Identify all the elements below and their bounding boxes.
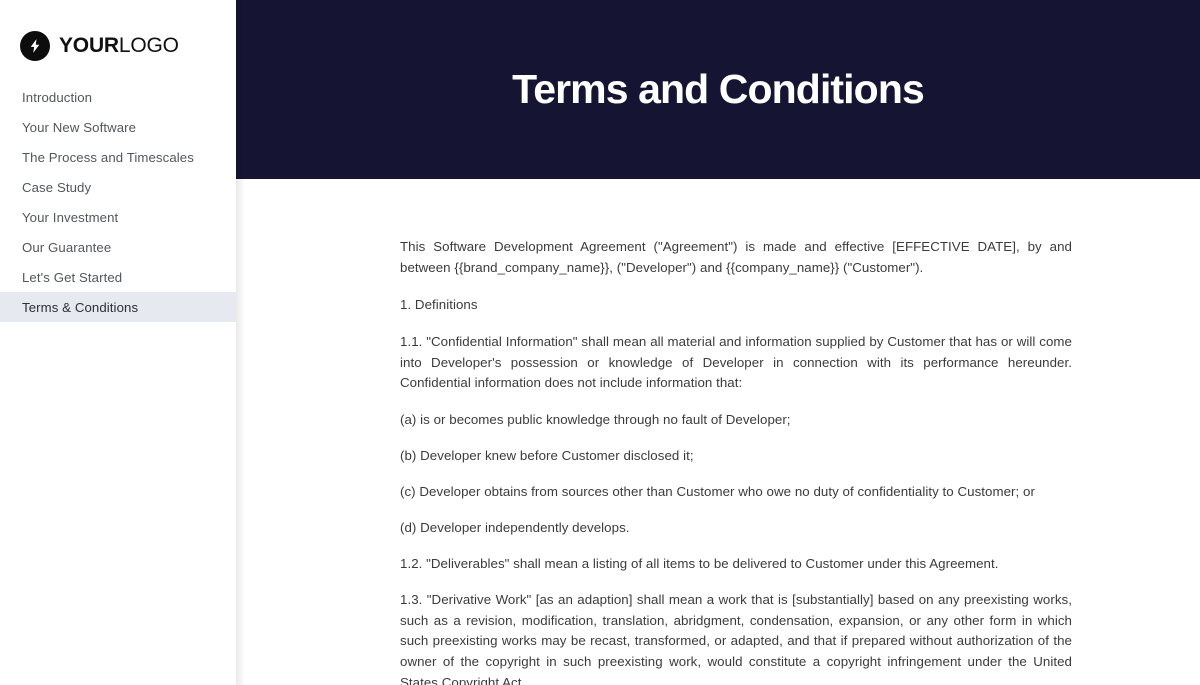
paragraph-1-1-c: (c) Developer obtains from sources other… bbox=[400, 484, 1035, 499]
paragraph-1-3: 1.3. "Derivative Work" [as an adaption] … bbox=[400, 591, 1072, 685]
sidebar-item-your-new-software[interactable]: Your New Software bbox=[0, 112, 236, 142]
main-content: Terms and Conditions This Software Devel… bbox=[236, 0, 1200, 685]
proposal-page: YOURLOGO Introduction Your New Software … bbox=[0, 0, 1200, 685]
sidebar-item-the-process-and-timescales[interactable]: The Process and Timescales bbox=[0, 142, 236, 172]
brand-text-strong: YOUR bbox=[59, 34, 119, 57]
brand-logo[interactable]: YOURLOGO bbox=[0, 0, 236, 66]
paragraph-1-1-a: (a) is or becomes public knowledge throu… bbox=[400, 412, 791, 428]
sidebar: YOURLOGO Introduction Your New Software … bbox=[0, 0, 245, 685]
brand-wordmark: YOURLOGO bbox=[59, 35, 179, 56]
paragraph-preamble: This Software Development Agreement ("Ag… bbox=[400, 239, 1072, 275]
sidebar-item-lets-get-started[interactable]: Let's Get Started bbox=[0, 262, 236, 292]
brand-text-light: LOGO bbox=[118, 34, 179, 57]
sidebar-item-label: Let's Get Started bbox=[22, 269, 123, 285]
sidebar-item-terms-and-conditions[interactable]: Terms & Conditions bbox=[0, 292, 236, 322]
document-body: This Software Development Agreement ("Ag… bbox=[236, 179, 1200, 685]
sidebar-item-label: Terms & Conditions bbox=[22, 299, 139, 315]
sidebar-item-label: Your New Software bbox=[22, 119, 137, 135]
sidebar-item-label: The Process and Timescales bbox=[22, 149, 194, 165]
paragraph-1-1: 1.1. "Confidential Information" shall me… bbox=[400, 333, 1072, 391]
paragraph-1-2: 1.2. "Deliverables" shall mean a listing… bbox=[400, 555, 999, 571]
sidebar-item-label: Introduction bbox=[22, 89, 93, 105]
sidebar-item-our-guarantee[interactable]: Our Guarantee bbox=[0, 232, 236, 262]
paragraph-1-1-b: (b) Developer knew before Customer discl… bbox=[400, 448, 694, 464]
paragraph-1-1-d: (d) Developer independently develops. bbox=[400, 519, 630, 535]
sidebar-item-label: Case Study bbox=[22, 179, 92, 195]
sidebar-item-case-study[interactable]: Case Study bbox=[0, 172, 236, 202]
sidebar-item-introduction[interactable]: Introduction bbox=[0, 82, 236, 112]
sidebar-item-label: Our Guarantee bbox=[22, 239, 112, 255]
lightning-bolt-icon bbox=[20, 30, 50, 61]
sidebar-nav: Introduction Your New Software The Proce… bbox=[0, 82, 236, 322]
page-title: Terms and Conditions bbox=[512, 65, 925, 112]
sidebar-item-label: Your Investment bbox=[22, 209, 119, 225]
heading-definitions: 1. Definitions bbox=[400, 296, 478, 312]
sidebar-item-your-investment[interactable]: Your Investment bbox=[0, 202, 236, 232]
page-header-banner: Terms and Conditions bbox=[236, 0, 1200, 179]
